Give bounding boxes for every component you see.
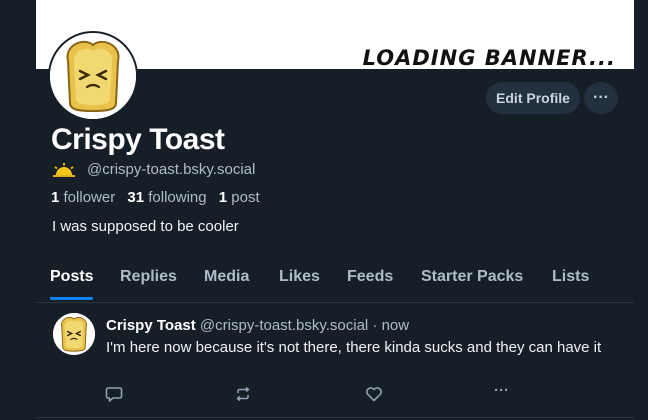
profile-bio: I was supposed to be cooler <box>52 218 239 235</box>
followers-count: 1 <box>51 189 60 206</box>
tab-replies[interactable]: Replies <box>120 268 177 286</box>
tab-posts[interactable]: Posts <box>50 268 94 286</box>
right-gutter <box>634 0 648 420</box>
profile-tabs: Posts Replies Media Likes Feeds Starter … <box>36 262 634 303</box>
post-separator: · <box>372 317 378 334</box>
left-gutter <box>0 0 36 420</box>
sun-icon <box>53 162 75 177</box>
profile-more-button[interactable]: ··· <box>584 82 618 114</box>
tab-feeds[interactable]: Feeds <box>347 268 393 286</box>
following-count: 31 <box>127 189 145 206</box>
tab-lists[interactable]: Lists <box>552 268 589 286</box>
more-icon: ··· <box>494 382 509 399</box>
tab-likes[interactable]: Likes <box>279 268 320 286</box>
posts-stat: 1 post <box>219 189 260 206</box>
post-author-avatar[interactable] <box>53 313 95 355</box>
tab-starter-packs[interactable]: Starter Packs <box>421 268 523 286</box>
post-more-button[interactable]: ··· <box>494 382 514 400</box>
repost-icon[interactable] <box>234 385 252 403</box>
profile-avatar[interactable] <box>48 31 138 121</box>
post-author-name[interactable]: Crispy Toast <box>106 317 196 334</box>
post-header: Crispy Toast @crispy-toast.bsky.social ·… <box>106 317 409 334</box>
tab-media[interactable]: Media <box>204 268 249 286</box>
like-icon[interactable] <box>365 385 383 403</box>
active-tab-indicator <box>50 297 93 300</box>
profile-handle-row: @crispy-toast.bsky.social <box>53 161 255 178</box>
banner-loading-text: LOADING BANNER... <box>362 46 616 70</box>
profile-handle: @crispy-toast.bsky.social <box>87 161 256 178</box>
profile-stats: 1 follower 31 following 1 post <box>51 189 260 206</box>
feed-post[interactable]: Crispy Toast @crispy-toast.bsky.social ·… <box>36 303 634 418</box>
posts-label: post <box>231 189 260 206</box>
edit-profile-button[interactable]: Edit Profile <box>486 82 580 114</box>
profile-display-name: Crispy Toast <box>51 123 225 156</box>
reply-icon[interactable] <box>105 385 123 403</box>
post-author-handle[interactable]: @crispy-toast.bsky.social <box>200 317 368 334</box>
following-stat[interactable]: 31 following <box>127 189 206 206</box>
post-text: I'm here now because it's not there, the… <box>106 339 602 356</box>
post-time[interactable]: now <box>382 317 410 334</box>
followers-stat[interactable]: 1 follower <box>51 189 115 206</box>
posts-count: 1 <box>218 189 228 206</box>
followers-label: follower <box>63 189 116 206</box>
profile-column: LOADING BANNER... Edit Profile ··· Crisp… <box>36 0 634 420</box>
following-label: following <box>148 189 207 206</box>
more-icon: ··· <box>593 89 609 106</box>
